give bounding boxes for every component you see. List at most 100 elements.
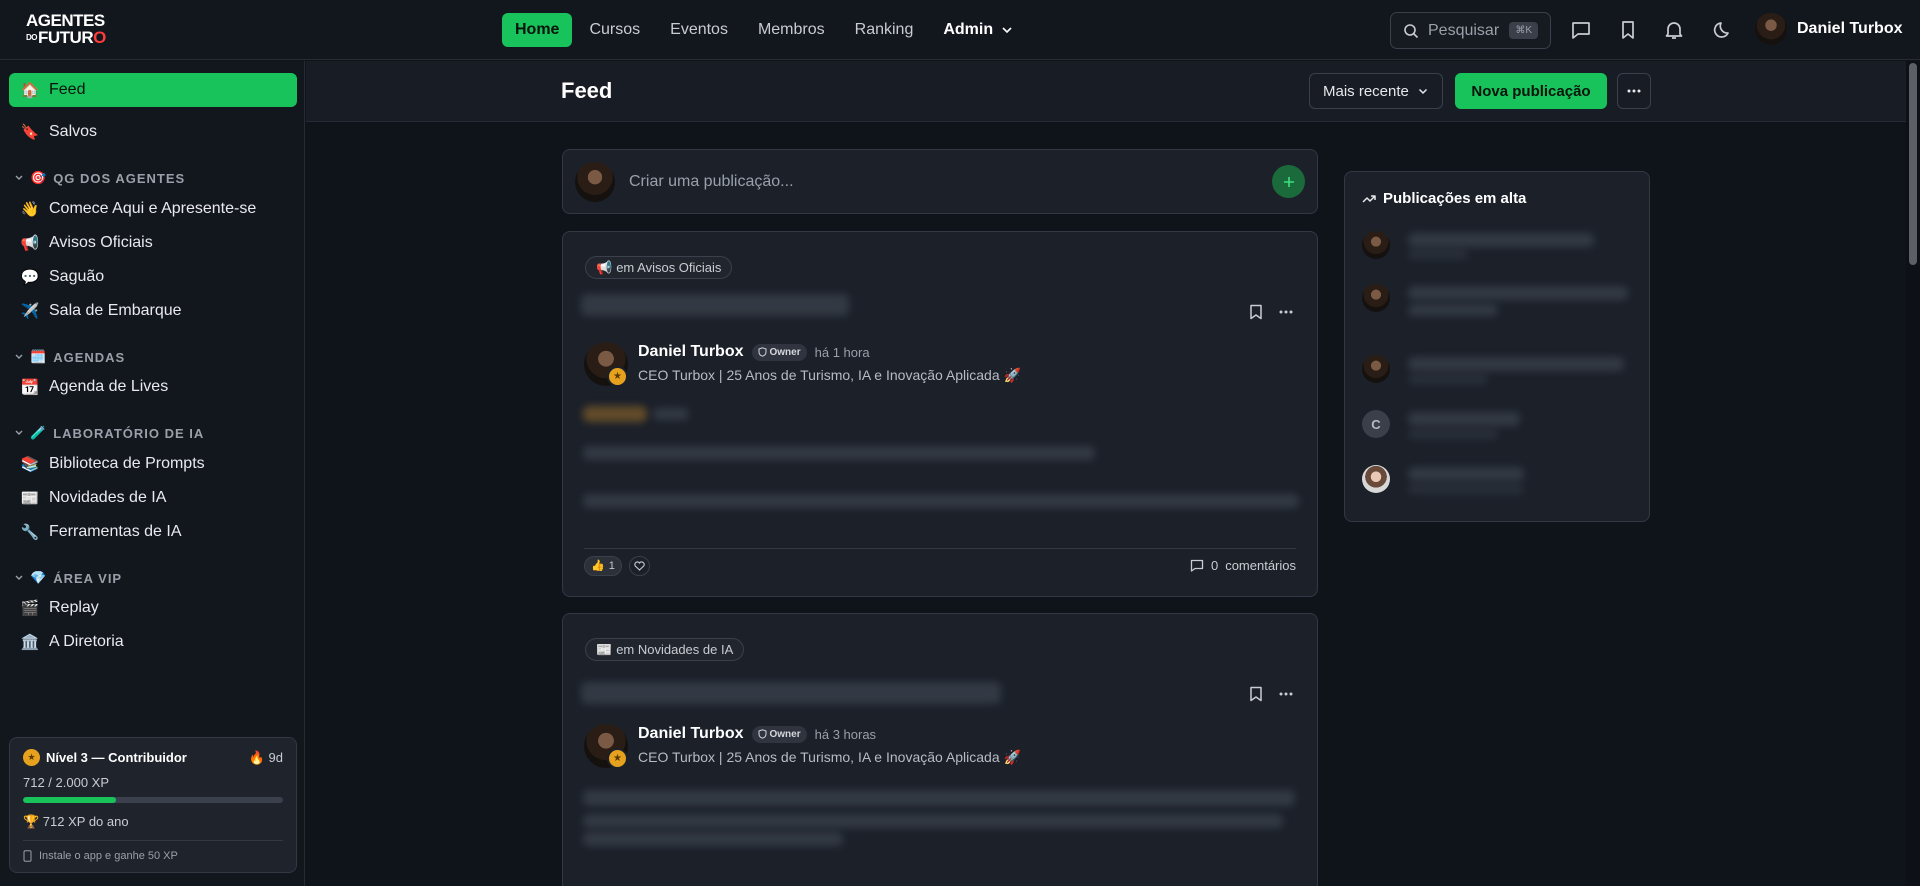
xp-progress-fill [23,797,116,803]
nav-membros[interactable]: Membros [745,13,838,47]
sidebar-item-biblioteca-de-prompts[interactable]: 📚 Biblioteca de Prompts [9,447,297,481]
post-title-blurred [581,294,849,316]
sidebar-item-novidades-de-ia[interactable]: 📰 Novidades de IA [9,481,297,515]
comments-link[interactable]: 0 comentários [1190,558,1296,573]
like-button[interactable] [628,555,650,576]
nav-home[interactable]: Home [502,13,573,47]
post-composer[interactable]: Criar uma publicação... [562,149,1318,214]
sidebar-item-avisos-oficiais[interactable]: 📢 Avisos Oficiais [9,226,297,260]
trending-item[interactable] [1362,284,1634,324]
logo[interactable]: AGENTES DOFUTURO [26,12,128,48]
target-icon: 🎯 [30,170,48,185]
avatar [1362,355,1390,383]
clapper-icon: 🎬 [20,600,40,617]
sidebar-item-sala-de-embarque[interactable]: ✈️ Sala de Embarque [9,294,297,328]
nav-cursos[interactable]: Cursos [576,13,653,47]
search-input[interactable]: Pesquisar ⌘K [1390,12,1551,49]
post-time[interactable]: há 3 horas [815,727,876,742]
section-qg-dos-agentes[interactable]: 🎯 QG DOS AGENTES [14,170,185,186]
nav-ranking[interactable]: Ranking [842,13,927,47]
chevron-down-icon [1418,88,1427,95]
calendar-icon: 🗓️ [30,349,48,364]
xp-year: 🏆 712 XP do ano [23,814,129,829]
thumbs-up-icon: 👍 [591,560,605,572]
chevron-down-icon [15,354,23,359]
new-post-button[interactable]: Nova publicação [1455,73,1607,109]
post-body-blurred [583,790,1295,806]
post-author[interactable]: ★ Daniel Turbox Owner há 1 hora CEO Turb… [584,342,1021,387]
speech-bubble-icon: 💬 [20,269,40,286]
xp-card[interactable]: ★ Nível 3 — Contribuidor 🔥 9d 712 / 2.00… [9,737,297,873]
shield-icon [758,729,766,739]
sidebar-item-salvos[interactable]: 🔖 Salvos [9,115,297,149]
moon-icon[interactable] [1712,19,1734,41]
sort-dropdown[interactable]: Mais recente [1309,73,1443,109]
section-area-vip[interactable]: 💎 ÁREA VIP [14,570,122,586]
xp-progress-bar [23,797,283,803]
bookmark-icon[interactable] [1249,304,1263,320]
newspaper-icon: 📰 [20,490,40,507]
bookmark-icon[interactable] [1617,19,1639,41]
author-name[interactable]: Daniel Turbox [638,343,744,361]
post-time[interactable]: há 1 hora [815,345,870,360]
nav-eventos[interactable]: Eventos [657,13,741,47]
wrench-icon: 🔧 [20,524,40,541]
sidebar-item-agenda-de-lives[interactable]: 📆 Agenda de Lives [9,370,297,404]
sidebar-item-replay[interactable]: 🎬 Replay [9,591,297,625]
megaphone-icon: 📢 [20,235,40,252]
chevron-down-icon [15,575,23,580]
space-chip[interactable]: 📰 em Novidades de IA [585,638,745,661]
xp-streak: 🔥 9d [248,749,283,765]
search-placeholder: Pesquisar [1428,21,1500,39]
avatar [575,161,615,202]
avatar: C [1362,410,1390,438]
sidebar-item-feed[interactable]: 🏠 Feed [9,73,297,107]
megaphone-icon: 📢 [596,259,613,275]
post-card[interactable]: 📢 em Avisos Oficiais ★ Daniel Turbox Own… [562,231,1318,597]
xp-progress-text: 712 / 2.000 XP [23,775,110,790]
scrollbar-thumb[interactable] [1909,63,1917,265]
books-icon: 📚 [20,456,40,473]
sidebar-item-comece-aqui[interactable]: 👋 Comece Aqui e Apresente-se [9,192,297,226]
more-horizontal-icon [1627,89,1641,93]
add-post-button[interactable] [1272,165,1305,198]
search-icon [1404,23,1419,38]
trending-item[interactable]: C [1362,410,1634,440]
sidebar: 🏠 Feed 🔖 Salvos 🎯 QG DOS AGENTES 👋 Comec… [0,61,305,886]
star-badge-icon: ★ [607,366,628,387]
owner-badge: Owner [751,725,807,743]
trending-item[interactable] [1362,355,1634,385]
bookmark-icon[interactable] [1249,686,1263,702]
author-headline: CEO Turbox | 25 Anos de Turismo, IA e In… [638,367,1021,383]
nav-admin[interactable]: Admin [930,13,1025,47]
trending-item[interactable] [1362,231,1634,259]
chat-icon[interactable] [1570,19,1592,41]
bell-icon[interactable] [1663,19,1685,41]
user-menu[interactable]: Daniel Turbox [1755,13,1903,45]
section-laboratorio-de-ia[interactable]: 🧪 LABORATÓRIO DE IA [14,425,204,441]
more-options-button[interactable] [1617,73,1651,109]
calendar-icon: 📆 [20,379,40,396]
trending-title: Publicações em alta [1362,190,1526,207]
more-horizontal-icon[interactable] [1279,310,1293,314]
sidebar-item-a-diretoria[interactable]: 🏛️ A Diretoria [9,625,297,659]
trending-up-icon [1362,194,1376,203]
main-nav: Home Cursos Eventos Membros Ranking Admi… [502,13,1030,47]
avatar [1755,13,1787,45]
author-name[interactable]: Daniel Turbox [638,725,744,743]
sidebar-item-saguao[interactable]: 💬 Saguão [9,260,297,294]
star-badge-icon: ★ [607,748,628,769]
post-author[interactable]: ★ Daniel Turbox Owner há 3 horas CEO Tur… [584,724,1021,769]
install-app-link[interactable]: Instale o app e ganhe 50 XP [23,850,283,862]
wave-icon: 👋 [20,201,40,218]
reaction-chip[interactable]: 👍 1 [584,555,622,576]
top-bar: AGENTES DOFUTURO Home Cursos Eventos Mem… [0,0,1920,60]
newspaper-icon: 📰 [596,641,613,657]
space-chip[interactable]: 📢 em Avisos Oficiais [585,256,733,279]
avatar [1362,231,1390,259]
more-horizontal-icon[interactable] [1279,692,1293,696]
section-agendas[interactable]: 🗓️ AGENDAS [14,349,125,365]
sidebar-item-ferramentas-de-ia[interactable]: 🔧 Ferramentas de IA [9,515,297,549]
trending-item[interactable] [1362,465,1634,495]
post-card[interactable]: 📰 em Novidades de IA ★ Daniel Turbox Own… [562,613,1318,886]
